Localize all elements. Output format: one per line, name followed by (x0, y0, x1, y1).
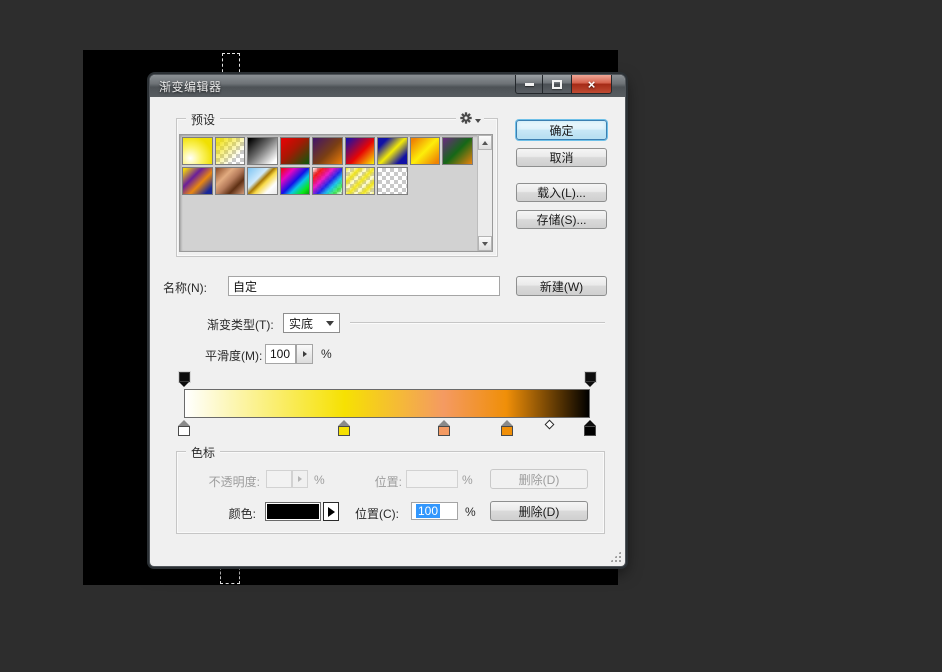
cancel-button[interactable]: 取消 (516, 148, 607, 167)
stops-group-label: 色标 (186, 444, 220, 461)
color-stop[interactable] (178, 420, 191, 437)
selected-text: 100 (416, 504, 440, 518)
resize-grip[interactable] (610, 551, 621, 562)
opacity-input (266, 470, 292, 488)
preset-tile-yellow-to-transparent[interactable] (215, 137, 246, 165)
color-stop[interactable] (584, 420, 597, 437)
maximize-icon (552, 80, 562, 89)
midpoint-diamond[interactable] (544, 420, 554, 430)
preset-tile-violet-orange[interactable] (312, 137, 343, 165)
color-stop-body (338, 426, 350, 436)
scroll-down-icon (482, 242, 488, 246)
maximize-button[interactable] (543, 75, 571, 94)
position-unit: % (462, 473, 473, 487)
preset-tile-blue-red-yellow[interactable] (345, 137, 376, 165)
arrow-right-icon (303, 351, 307, 357)
preset-tile-yellow-violet-orange-blue[interactable] (182, 167, 213, 195)
divider (350, 322, 605, 324)
dialog-titlebar[interactable]: 渐变编辑器 × (150, 75, 625, 97)
color-label: 颜色: (214, 505, 256, 522)
color-stop[interactable] (338, 420, 351, 437)
gear-icon (459, 111, 473, 125)
position-input (406, 470, 458, 488)
opacity-unit: % (314, 473, 325, 487)
preset-tile-blue-gold-white[interactable] (247, 167, 278, 195)
gradient-bar[interactable] (184, 389, 590, 418)
preset-tile-purple-green-orange[interactable] (442, 137, 473, 165)
position-c-label: 位置(C): (355, 505, 399, 522)
position-label: 位置: (370, 473, 402, 490)
new-button[interactable]: 新建(W) (516, 276, 607, 296)
preset-tile-neutral-density[interactable] (377, 167, 408, 195)
delete-opacity-stop-button: 删除(D) (490, 469, 588, 489)
color-stop-body (178, 426, 190, 436)
name-label: 名称(N): (163, 279, 207, 296)
gradient-type-label: 渐变类型(T): (207, 316, 274, 333)
minimize-button[interactable] (515, 75, 543, 94)
color-stop-body (501, 426, 513, 436)
preset-grid (182, 137, 476, 195)
opacity-stop-body (585, 372, 596, 382)
arrow-right-icon (328, 507, 335, 517)
color-swatch-menu-button[interactable] (323, 502, 339, 521)
opacity-stop[interactable] (584, 372, 597, 388)
color-swatch[interactable] (265, 502, 321, 521)
delete-color-stop-button[interactable]: 删除(D) (490, 501, 588, 521)
ok-button[interactable]: 确定 (516, 120, 607, 140)
load-button[interactable]: 载入(L)... (516, 183, 607, 202)
preset-tile-orange-yellow-orange[interactable] (410, 137, 441, 165)
arrow-right-icon (298, 476, 302, 482)
name-input[interactable] (228, 276, 500, 296)
save-button[interactable]: 存储(S)... (516, 210, 607, 229)
presets-group-label: 预设 (186, 111, 220, 128)
close-button[interactable]: × (571, 75, 612, 94)
preset-scrollbar[interactable] (477, 135, 492, 251)
preset-list (179, 134, 493, 252)
presets-menu-button[interactable] (456, 111, 484, 125)
color-stop[interactable] (437, 420, 450, 437)
presets-group: 预设 (176, 118, 498, 257)
chevron-down-icon (326, 321, 334, 326)
opacity-stop-pointer (179, 382, 189, 387)
close-icon: × (588, 77, 596, 92)
opacity-label: 不透明度: (186, 473, 260, 490)
smoothness-label: 平滑度(M): (205, 347, 262, 364)
scroll-up-button[interactable] (478, 135, 492, 150)
smoothness-unit: % (321, 347, 332, 361)
opacity-stop-pointer (585, 382, 595, 387)
color-stop[interactable] (500, 420, 513, 437)
preset-tile-transparent-yellow-stripes[interactable] (345, 167, 376, 195)
scroll-down-button[interactable] (478, 236, 492, 251)
smoothness-input[interactable] (265, 344, 296, 364)
smoothness-spinner-button[interactable] (296, 344, 313, 364)
preset-tile-transparent-rainbow[interactable] (312, 167, 343, 195)
color-stop-body (438, 426, 450, 436)
preset-tile-red-green[interactable] (280, 137, 311, 165)
preset-tile-black-white[interactable] (247, 137, 278, 165)
gradient-type-value: 实底 (289, 315, 313, 332)
preset-tile-blue-yellow-blue[interactable] (377, 137, 408, 165)
opacity-stop-row (184, 372, 590, 388)
scroll-up-icon (482, 141, 488, 145)
preset-tile-copper[interactable] (215, 167, 246, 195)
minimize-icon (525, 83, 534, 86)
dialog-title: 渐变编辑器 (150, 78, 222, 95)
opacity-spinner-button (292, 470, 308, 488)
preset-tile-yellow-white[interactable] (182, 137, 213, 165)
gradient-editor-dialog: 渐变编辑器 × 预设 确定 取消 载入( (150, 75, 625, 566)
opacity-stop[interactable] (178, 372, 191, 388)
color-stop-body (584, 426, 596, 436)
opacity-stop-body (179, 372, 190, 382)
caption-buttons: × (515, 75, 612, 94)
gradient-type-dropdown[interactable]: 实底 (283, 313, 340, 333)
position-c-unit: % (465, 505, 476, 519)
chevron-down-icon (475, 119, 481, 123)
color-stop-row (184, 420, 590, 438)
position-c-input[interactable]: 100 (411, 502, 458, 520)
preset-tile-rainbow[interactable] (280, 167, 311, 195)
